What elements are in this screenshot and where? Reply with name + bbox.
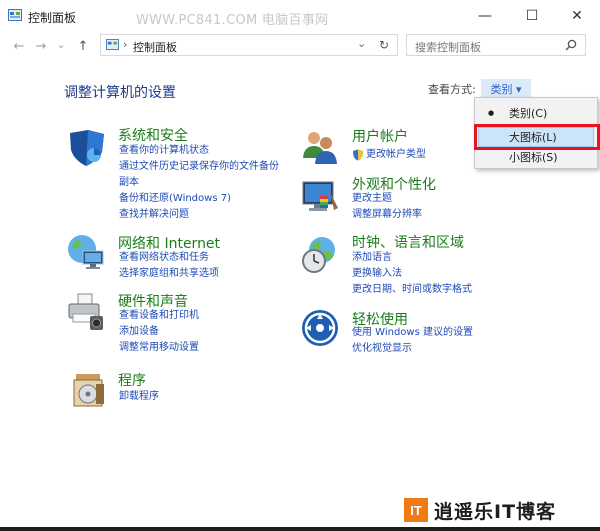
category-links-user-accounts: 更改帐户类型 — [366, 147, 426, 163]
link-file-history-backup[interactable]: 通过文件历史记录保存你的文件备份 — [119, 159, 279, 175]
window-title: 控制面板 — [28, 11, 77, 25]
link-troubleshoot[interactable]: 查找并解决问题 — [119, 207, 279, 223]
link-change-theme[interactable]: 更改主题 — [352, 191, 422, 207]
forward-arrow-icon: → — [35, 38, 47, 54]
minimize-icon: — — [478, 7, 492, 24]
category-title-clock-language-region[interactable]: 时钟、语言和区域 — [352, 232, 464, 252]
watermark: WWW.PC841.COM 电脑百事网 — [136, 13, 329, 28]
maximize-button[interactable]: ☐ — [509, 0, 555, 31]
link-view-computer-status[interactable]: 查看你的计算机状态 — [119, 143, 279, 159]
link-optimize-visual-display[interactable]: 优化视觉显示 — [352, 341, 473, 357]
menu-item-category[interactable]: ● 类别(C) — [475, 104, 597, 122]
minimize-button[interactable]: — — [462, 0, 508, 31]
link-add-language[interactable]: 添加语言 — [352, 250, 472, 266]
back-button[interactable]: ← — [10, 37, 28, 55]
link-change-input-method[interactable]: 更换输入法 — [352, 266, 472, 282]
link-devices-printers[interactable]: 查看设备和打印机 — [119, 308, 199, 324]
search-box[interactable]: 搜索控制面板 — [406, 34, 586, 56]
link-recommended-settings[interactable]: 使用 Windows 建议的设置 — [352, 325, 473, 341]
close-icon: ✕ — [571, 7, 583, 24]
control-panel-icon — [106, 39, 119, 50]
category-links-appearance: 更改主题 调整屏幕分辨率 — [352, 191, 422, 223]
category-links-clock-language-region: 添加语言 更换输入法 更改日期、时间或数字格式 — [352, 250, 472, 298]
link-file-history-backup-cont[interactable]: 副本 — [119, 175, 279, 191]
clock-globe-icon[interactable] — [300, 235, 340, 275]
link-network-status[interactable]: 查看网络状态和任务 — [119, 250, 219, 266]
title-bar: 控制面板 WWW.PC841.COM 电脑百事网 — ☐ ✕ — [0, 0, 600, 31]
search-input[interactable]: 搜索控制面板 — [415, 39, 481, 55]
close-button[interactable]: ✕ — [554, 0, 600, 31]
menu-item-category-label: 类别(C) — [509, 107, 548, 120]
annotation-highlight-box — [474, 124, 600, 150]
menu-item-small-icons[interactable]: 小图标(S) — [474, 148, 596, 166]
recent-locations-button[interactable]: ⌄ — [52, 35, 70, 53]
category-links-hardware-sound: 查看设备和打印机 添加设备 调整常用移动设置 — [119, 308, 199, 356]
view-by-label: 查看方式: — [428, 83, 476, 96]
link-add-device[interactable]: 添加设备 — [119, 324, 199, 340]
category-links-ease-of-access: 使用 Windows 建议的设置 优化视觉显示 — [352, 325, 473, 357]
control-panel-icon — [8, 9, 22, 21]
breadcrumb-separator: › — [123, 38, 128, 51]
uac-shield-icon — [353, 149, 363, 161]
address-dropdown-icon[interactable]: ⌄ — [357, 37, 366, 50]
menu-item-small-icons-label: 小图标(S) — [509, 151, 558, 164]
view-by-dropdown[interactable]: 类别 ▾ — [481, 79, 531, 98]
link-screen-resolution[interactable]: 调整屏幕分辨率 — [352, 207, 422, 223]
category-links-network-internet: 查看网络状态和任务 选择家庭组和共享选项 — [119, 250, 219, 282]
category-title-user-accounts[interactable]: 用户帐户 — [352, 126, 408, 146]
refresh-icon[interactable]: ↻ — [379, 38, 389, 52]
chevron-down-icon: ⌄ — [56, 37, 66, 51]
category-links-programs: 卸载程序 — [119, 389, 159, 405]
selected-bullet-icon: ● — [488, 109, 495, 117]
link-change-date-time-format[interactable]: 更改日期、时间或数字格式 — [352, 282, 472, 298]
up-button[interactable]: ↑ — [74, 37, 92, 55]
appearance-icon[interactable] — [300, 178, 340, 218]
category-title-programs[interactable]: 程序 — [118, 370, 146, 390]
logo-mark-text: IT — [410, 503, 422, 518]
address-bar[interactable]: › 控制面板 ⌄ ↻ — [100, 34, 398, 56]
maximize-icon: ☐ — [525, 7, 539, 24]
network-icon[interactable] — [66, 232, 106, 272]
up-arrow-icon: ↑ — [77, 38, 89, 54]
link-mobility-settings[interactable]: 调整常用移动设置 — [119, 340, 199, 356]
programs-icon[interactable] — [70, 370, 110, 410]
users-icon[interactable] — [300, 128, 340, 168]
site-logo: IT 逍遥乐IT博客 — [404, 497, 556, 523]
link-change-account-type[interactable]: 更改帐户类型 — [366, 147, 426, 163]
category-links-system-security: 查看你的计算机状态 通过文件历史记录保存你的文件备份 副本 备份和还原(Wind… — [119, 143, 279, 223]
page-title: 调整计算机的设置 — [64, 85, 176, 101]
link-homegroup-sharing[interactable]: 选择家庭组和共享选项 — [119, 266, 219, 282]
link-backup-restore[interactable]: 备份和还原(Windows 7) — [119, 191, 279, 207]
shield-icon[interactable] — [66, 128, 106, 168]
logo-text: 逍遥乐IT博客 — [434, 500, 557, 523]
forward-button[interactable]: → — [32, 37, 50, 55]
printer-icon[interactable] — [66, 292, 106, 332]
back-arrow-icon: ← — [13, 38, 25, 54]
breadcrumb-item[interactable]: 控制面板 — [133, 39, 177, 55]
category-title-system-security[interactable]: 系统和安全 — [118, 125, 188, 145]
search-icon[interactable] — [565, 39, 577, 51]
link-uninstall-program[interactable]: 卸载程序 — [119, 389, 159, 405]
ease-of-access-icon[interactable] — [300, 308, 340, 348]
bottom-edge — [0, 527, 600, 531]
logo-mark-icon: IT — [404, 498, 428, 522]
